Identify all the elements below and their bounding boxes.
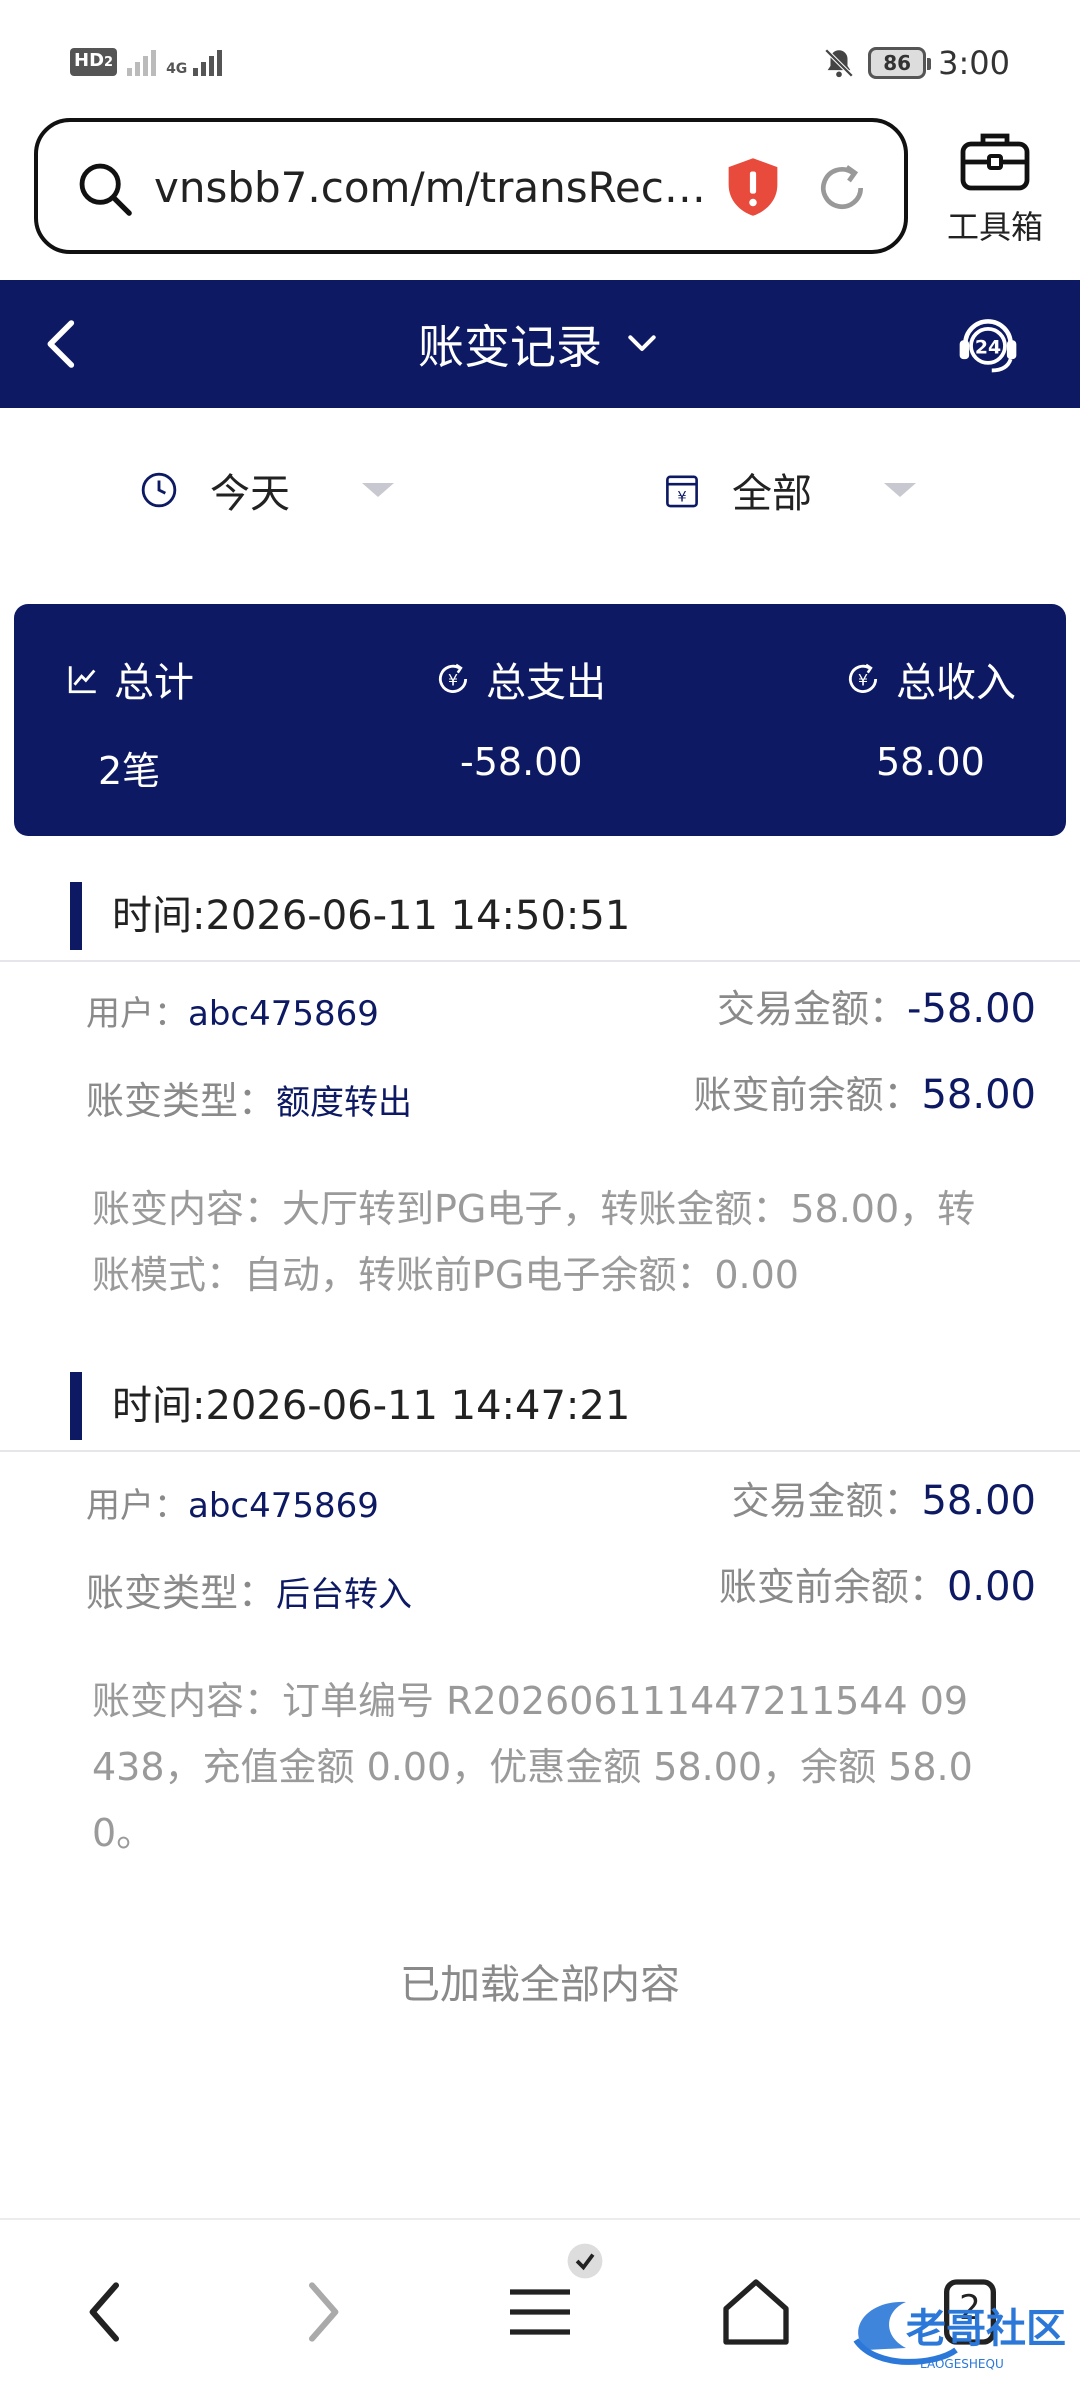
bell-muted-icon (824, 48, 854, 78)
record-type: 账变类型：额度转出 (86, 1079, 413, 1123)
record-time: 时间:2026-06-11 14:47:21 (112, 1383, 631, 1429)
svg-text:¥: ¥ (858, 670, 868, 689)
url-text[interactable]: vnsbb7.com/m/transReco... (154, 160, 724, 216)
reload-icon[interactable] (814, 160, 870, 216)
toolbox-icon (960, 133, 1030, 191)
type-filter-value: 全部 (732, 471, 812, 517)
expense-label: ¥ 总支出 (434, 650, 606, 708)
check-badge-icon (567, 2243, 603, 2279)
record-amount: 交易金额：-58.00 (717, 986, 1036, 1032)
toolbox-button[interactable]: 工具箱 (940, 128, 1050, 248)
address-bar[interactable]: vnsbb7.com/m/transReco... (34, 118, 908, 254)
income-label: ¥ 总收入 (844, 650, 1016, 708)
record-time: 时间:2026-06-11 14:50:51 (112, 893, 631, 939)
end-of-list-text: 已加载全部内容 (400, 1962, 680, 2008)
type-filter[interactable]: ¥ 全部 (664, 450, 916, 530)
home-icon[interactable] (716, 2272, 796, 2352)
total-label: 总计 (66, 650, 194, 708)
record-type: 账变类型：后台转入 (86, 1571, 413, 1615)
income-value: 58.00 (876, 740, 985, 784)
svg-text:¥: ¥ (448, 670, 458, 689)
expense-value: -58.00 (460, 740, 583, 784)
date-filter-value: 今天 (210, 471, 290, 517)
record-content: 账变内容：大厅转到PG电子，转账金额：58.00，转账模式：自动，转账前PG电子… (92, 1187, 976, 1297)
security-warning-icon[interactable] (726, 156, 780, 218)
record-accent-bar (70, 882, 82, 950)
record-header: 时间:2026-06-11 14:47:21 (0, 1352, 1080, 1452)
chevron-down-icon (628, 335, 656, 351)
yuan-circle-icon: ¥ (848, 663, 878, 693)
watermark-subtext: LAOGESHEQU (920, 2357, 1004, 2371)
forward-icon[interactable] (282, 2272, 362, 2352)
filter-bar: 今天 ¥ 全部 (0, 450, 1080, 530)
record-amount: 交易金额：58.00 (731, 1478, 1036, 1524)
clock-icon (141, 472, 177, 508)
yuan-calendar-icon: ¥ (666, 475, 698, 508)
summary-card: 总计 2笔 ¥ 总支出 -58.00 ¥ 总收入 58.00 (14, 604, 1066, 836)
signal-icon-sim1 (127, 46, 157, 76)
search-icon (79, 163, 132, 216)
caret-down-icon (362, 483, 394, 497)
record-user: 用户：abc475869 (86, 1486, 379, 1526)
svg-text:24: 24 (975, 336, 1001, 358)
record-content: 账变内容：订单编号 R202606111447211544 09438，充值金额… (92, 1679, 973, 1855)
caret-down-icon (884, 483, 916, 497)
record-balance-before: 账变前余额：58.00 (693, 1072, 1036, 1118)
record-balance-before: 账变前余额：0.00 (718, 1564, 1036, 1610)
toolbox-label: 工具箱 (946, 208, 1043, 246)
chart-line-icon (68, 666, 96, 694)
title-dropdown[interactable]: 账变记录 (0, 280, 1080, 408)
record-accent-bar (70, 1372, 82, 1440)
clock: 3:00 (938, 44, 1010, 82)
status-left: HD2 4G (70, 46, 223, 77)
battery-icon: 86 (868, 47, 932, 79)
watermark-logo: 老哥社区 LAOGESHEQU (853, 2301, 1066, 2371)
customer-service-24h-icon[interactable]: 24 (954, 310, 1022, 378)
signal-icon-sim2 (193, 46, 223, 76)
total-value: 2笔 (98, 749, 161, 793)
page-title: 账变记录 (418, 320, 602, 374)
network-type: 4G (166, 61, 188, 77)
menu-button[interactable] (500, 2243, 603, 2352)
status-bar: HD2 4G 86 3:00 (0, 0, 1080, 120)
app-header: 账变记录 24 (0, 280, 1080, 408)
status-right: 86 3:00 (822, 44, 1010, 82)
date-filter[interactable]: 今天 (140, 450, 394, 530)
back-arrow-icon[interactable] (34, 316, 90, 372)
menu-icon (510, 2289, 570, 2335)
svg-text:¥: ¥ (677, 489, 686, 506)
back-icon[interactable] (66, 2272, 146, 2352)
record-header: 时间:2026-06-11 14:50:51 (0, 862, 1080, 962)
hd-badge: HD2 (70, 48, 118, 76)
watermark-text: 老哥社区 (906, 2306, 1066, 2352)
record-user: 用户：abc475869 (86, 994, 379, 1034)
yuan-circle-icon: ¥ (438, 663, 468, 693)
